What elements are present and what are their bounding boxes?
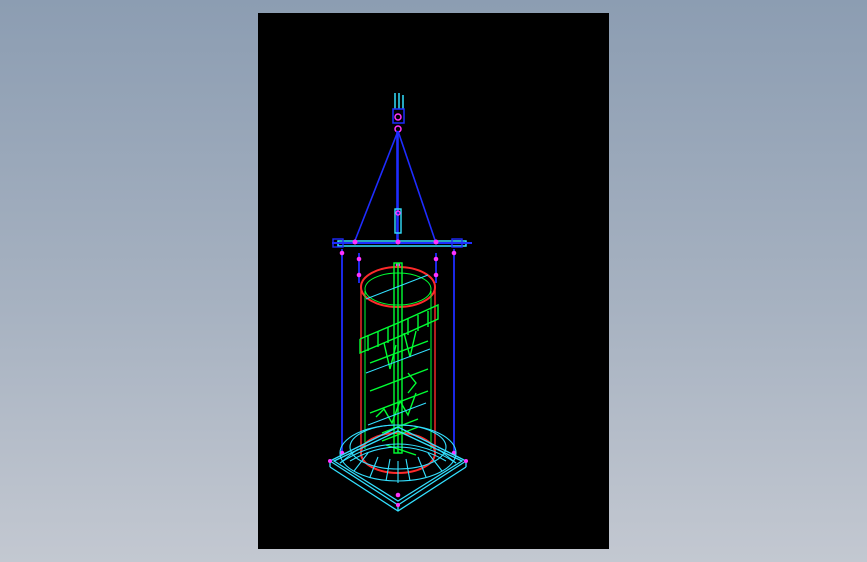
lifting-hook <box>392 93 405 133</box>
internal-platform <box>359 262 439 456</box>
cad-viewport[interactable] <box>258 13 609 549</box>
spreader-beam <box>332 238 472 248</box>
cad-drawing <box>328 93 472 512</box>
